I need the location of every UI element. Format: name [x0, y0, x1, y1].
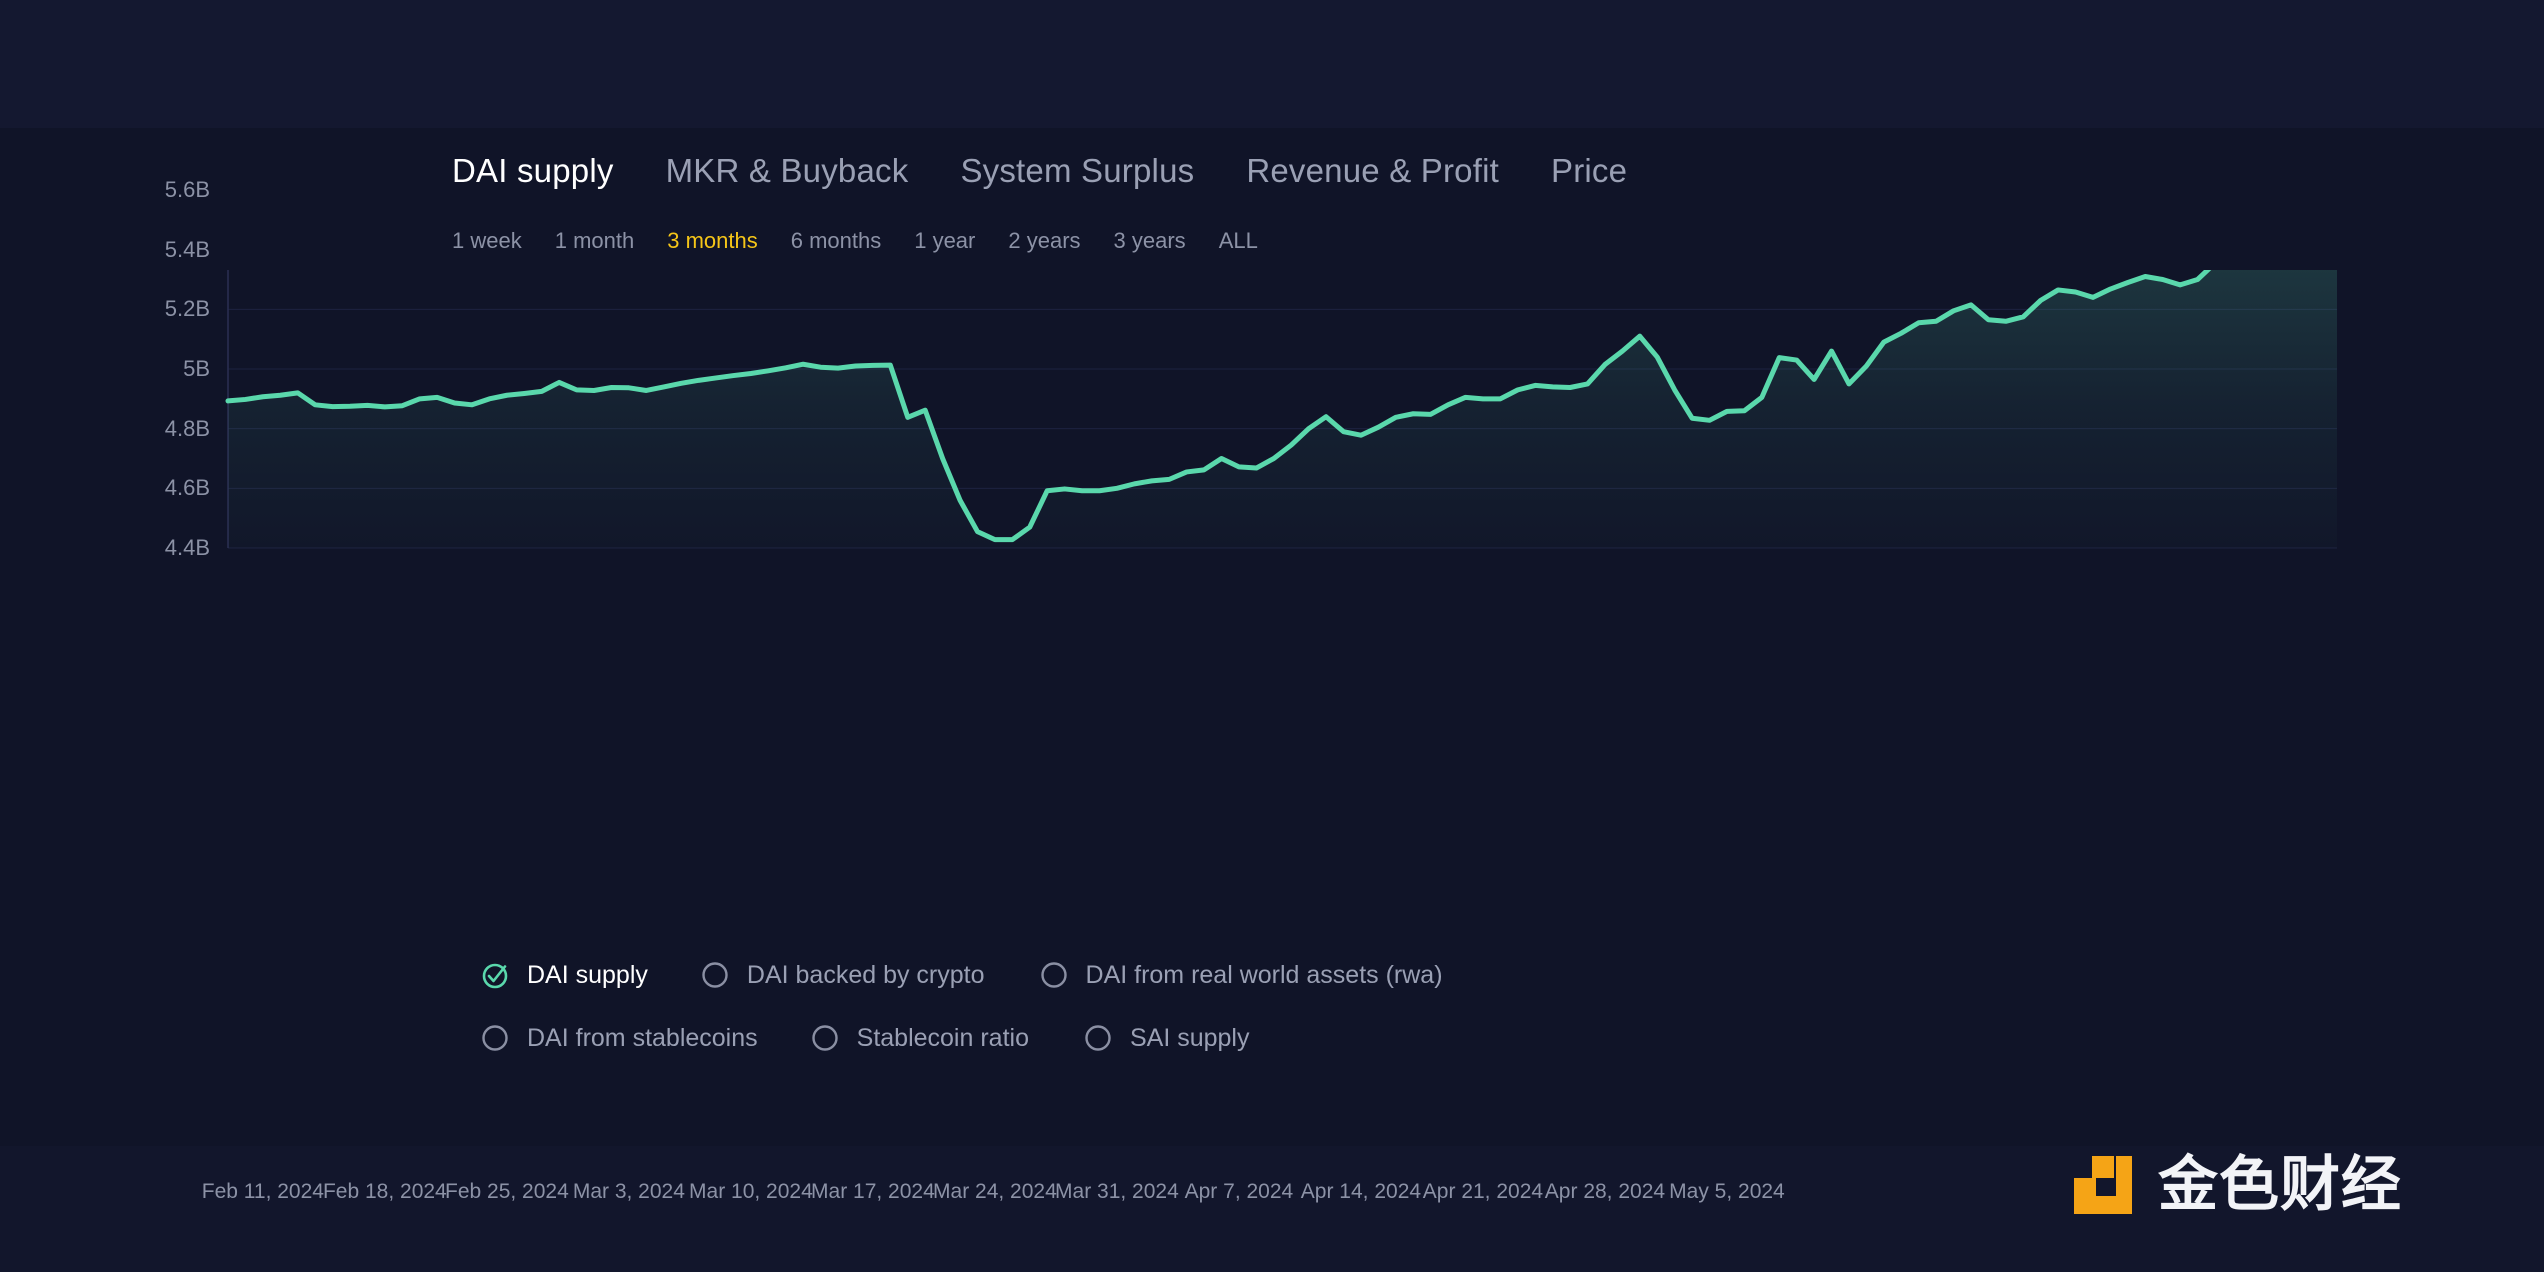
tab-dai-supply[interactable]: DAI supply [452, 152, 614, 190]
x-axis-tick-label: Mar 17, 2024 [811, 1180, 935, 1203]
y-axis-tick-label: 5.6B [164, 177, 210, 202]
chart-area-fill [228, 270, 2337, 548]
legend-item-label: DAI from stablecoins [527, 1023, 758, 1052]
legend-item-sai-supply[interactable]: SAI supply [1083, 1023, 1250, 1053]
x-axis-tick-label: Apr 7, 2024 [1184, 1180, 1294, 1203]
y-axis-tick-label: 4.8B [164, 415, 210, 441]
range-1-month[interactable]: 1 month [555, 228, 635, 254]
legend-item-label: Stablecoin ratio [856, 1023, 1029, 1052]
tab-price[interactable]: Price [1551, 152, 1627, 190]
page-root: DAI supply MKR & Buyback System Surplus Rev… [0, 0, 2544, 1272]
range-3-years[interactable]: 3 years [1114, 228, 1186, 254]
watermark-text: 金色财经 [2158, 1150, 2402, 1220]
range-3-months[interactable]: 3 months [667, 228, 758, 254]
watermark: 金色财经 [2070, 1152, 2402, 1218]
legend-item-label: DAI supply [527, 960, 648, 989]
empty-circle-icon [1039, 960, 1069, 990]
x-axis-tick-label: Mar 10, 2024 [689, 1180, 813, 1203]
legend-item-label: DAI from real world assets (rwa) [1085, 960, 1443, 989]
empty-circle-icon [810, 1023, 840, 1053]
empty-circle-icon [700, 960, 730, 990]
x-axis-tick-label: Apr 14, 2024 [1300, 1180, 1422, 1203]
legend-item-label: SAI supply [1129, 1023, 1250, 1052]
chart-tabs: DAI supply MKR & Buyback System Surplus Rev… [452, 152, 1679, 190]
range-6-months[interactable]: 6 months [791, 228, 882, 254]
y-axis-tick-label: 5B [183, 356, 210, 381]
empty-circle-icon [480, 1023, 510, 1053]
y-axis-tick-label: 5.2B [164, 296, 210, 322]
legend-item-dai-from-stablecoins[interactable]: DAI from stablecoins [480, 1023, 758, 1053]
x-axis-tick-label: Mar 31, 2024 [1055, 1180, 1179, 1203]
x-axis-tick-label: Mar 24, 2024 [933, 1180, 1057, 1203]
x-axis-tick-label: Feb 25, 2024 [444, 1180, 569, 1203]
jinse-logo-icon [2070, 1152, 2136, 1218]
y-axis-tick-label: 5.4B [164, 236, 210, 262]
x-axis-tick-label: Mar 3, 2024 [572, 1180, 685, 1203]
tab-mkr-buyback[interactable]: MKR & Buyback [666, 152, 909, 190]
legend-row-2: DAI from stablecoins Stablecoin ratio SAI … [480, 1023, 2180, 1053]
x-axis-tick-label: Apr 28, 2024 [1544, 1180, 1666, 1203]
legend-item-dai-supply[interactable]: DAI supply [480, 960, 648, 990]
legend-item-dai-from-real-world-assets-rwa[interactable]: DAI from real world assets (rwa) [1039, 960, 1443, 990]
legend-item-label: DAI backed by crypto [746, 960, 985, 989]
range-2-years[interactable]: 2 years [1008, 228, 1080, 254]
dai-supply-area-chart [225, 270, 2337, 549]
range-1-year[interactable]: 1 year [914, 228, 975, 254]
legend-row-1: DAI supply DAI backed by crypto DAI from r… [480, 960, 2180, 990]
range-all[interactable]: ALL [1219, 228, 1258, 254]
tab-revenue-profit[interactable]: Revenue & Profit [1246, 152, 1499, 190]
check-circle-icon [480, 960, 510, 990]
y-axis-tick-label: 4.6B [164, 475, 210, 501]
empty-circle-icon [1083, 1023, 1113, 1053]
chart-area: 5.6B 5.4B 5.2B 5B 4.8B 4.6B 4.4B Feb 11, 2024 Fe… [0, 177, 2544, 1203]
range-1-week[interactable]: 1 week [452, 228, 522, 254]
x-axis-tick-label: May 5, 2024 [1669, 1180, 1785, 1203]
legend-item-dai-backed-by-crypto[interactable]: DAI backed by crypto [700, 960, 985, 990]
series-legend: DAI supply DAI backed by crypto DAI from r… [480, 960, 2180, 1086]
time-range-selector: 1 week 1 month 3 months 6 months 1 year 2 yea… [452, 228, 1291, 254]
y-axis-tick-label: 4.4B [164, 535, 210, 560]
x-axis-tick-label: Feb 11, 2024 [201, 1180, 324, 1203]
x-axis-tick-label: Apr 21, 2024 [1422, 1180, 1544, 1203]
tab-system-surplus[interactable]: System Surplus [960, 152, 1194, 190]
legend-item-stablecoin-ratio[interactable]: Stablecoin ratio [810, 1023, 1029, 1053]
x-axis-tick-label: Feb 18, 2024 [322, 1180, 447, 1203]
background-band-top [0, 0, 2544, 128]
